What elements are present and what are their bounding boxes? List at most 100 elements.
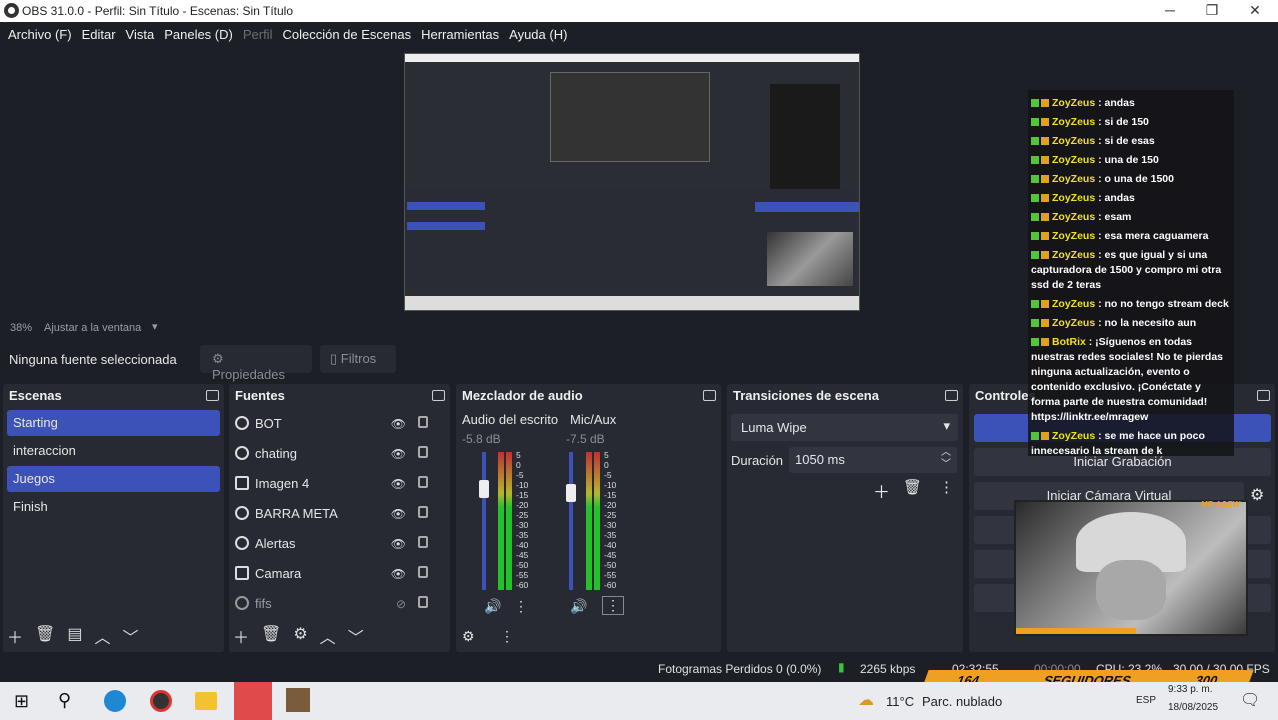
chat-user: ZoyZeus (1052, 192, 1096, 204)
camera-icon (235, 566, 249, 580)
volume-slider[interactable] (569, 452, 573, 590)
source-item[interactable]: BOT 👁 (229, 408, 450, 438)
more-icon[interactable]: ⋮ (514, 598, 528, 615)
chevron-down-icon[interactable]: ▾ (152, 320, 158, 333)
arrow-down-icon[interactable]: ﹀ (122, 624, 138, 648)
source-item[interactable]: Imagen 4 👁 (229, 468, 450, 498)
eye-icon[interactable]: 👁 (391, 567, 406, 581)
db-scale-tick: -30 (516, 520, 529, 530)
db-scale-tick: -25 (604, 510, 617, 520)
minimize-button[interactable]: ─ (1155, 2, 1185, 18)
eye-icon[interactable]: 👁 (391, 447, 406, 461)
scene-item[interactable]: Starting (7, 410, 220, 436)
clock-time[interactable]: 9:33 p. m. (1168, 684, 1212, 695)
chat-user: ZoyZeus (1052, 97, 1096, 109)
menu-editar[interactable]: Editar (82, 27, 116, 42)
scene-item[interactable]: interaccion (7, 438, 220, 464)
lock-icon[interactable] (418, 506, 428, 518)
eye-icon[interactable]: 👁 (391, 507, 406, 521)
folder-icon[interactable] (195, 692, 217, 710)
menu-herramientas[interactable]: Herramientas (421, 27, 499, 42)
db-scale-tick: -15 (604, 490, 617, 500)
lock-icon[interactable] (418, 416, 428, 428)
source-item[interactable]: chating 👁 (229, 438, 450, 468)
volume-handle[interactable] (479, 480, 489, 498)
lock-icon[interactable] (418, 596, 428, 608)
dock-icon[interactable] (1257, 390, 1270, 401)
volume-handle[interactable] (566, 484, 576, 502)
zoom-fit-select[interactable]: Ajustar a la ventana (44, 322, 141, 334)
source-item[interactable]: BARRA META 👁 (229, 498, 450, 528)
trash-icon[interactable]: 🗑 (35, 624, 55, 648)
menu-coleccion[interactable]: Colección de Escenas (282, 27, 411, 42)
menu-archivo[interactable]: Archivo (F) (8, 27, 72, 42)
source-item[interactable]: Camara 👁 (229, 558, 450, 588)
volume-slider[interactable] (482, 452, 486, 590)
lock-icon[interactable] (418, 536, 428, 548)
eye-icon[interactable]: 👁 (391, 417, 406, 431)
badge-icon (1041, 137, 1049, 146)
trash-icon[interactable]: 🗑 (261, 624, 281, 648)
program-preview[interactable] (404, 53, 860, 311)
dock-icon[interactable] (703, 390, 716, 401)
eye-icon[interactable]: 👁 (391, 537, 406, 551)
close-button[interactable]: ✕ (1240, 2, 1270, 19)
add-icon[interactable]: ＋ (233, 624, 249, 648)
arrow-up-icon[interactable]: ︿ (320, 624, 336, 648)
speaker-icon[interactable]: 🔊 (570, 598, 587, 615)
filter-icon[interactable]: ▤ (67, 624, 82, 648)
add-icon[interactable]: ＋ (873, 478, 890, 503)
eye-icon[interactable]: 👁 (391, 477, 406, 491)
more-icon[interactable]: ⋮ (500, 628, 514, 645)
db-scale-tick: -30 (604, 520, 617, 530)
menu-ayuda[interactable]: Ayuda (H) (509, 27, 567, 42)
dock-icon[interactable] (432, 390, 445, 401)
more-icon[interactable]: ⋮ (602, 596, 624, 615)
add-icon[interactable]: ＋ (7, 624, 23, 648)
dock-icon[interactable] (206, 390, 219, 401)
lock-icon[interactable] (418, 566, 428, 578)
notification-icon[interactable]: 🗨 (1240, 690, 1260, 710)
gear-icon[interactable]: ⚙ (293, 624, 307, 648)
gear-icon[interactable]: ⚙ (1250, 485, 1264, 505)
search-icon[interactable]: ⚲ (58, 690, 71, 711)
source-item[interactable]: Alertas 👁 (229, 528, 450, 558)
maximize-button[interactable]: ❐ (1197, 2, 1227, 19)
arrow-down-icon[interactable]: ﹀ (348, 624, 364, 648)
channel-name: Audio del escrito (462, 412, 559, 427)
properties-button[interactable]: ⚙ Propiedades (200, 345, 312, 382)
app-icon[interactable] (286, 688, 310, 712)
db-scale-tick: 0 (516, 460, 521, 470)
menu-perfil[interactable]: Perfil (243, 27, 273, 42)
clock-date[interactable]: 18/08/2025 (1168, 702, 1218, 713)
scene-item[interactable]: Finish (7, 494, 220, 520)
eye-hidden-icon[interactable]: ⊘ (396, 597, 406, 611)
sources-title: Fuentes (229, 384, 450, 408)
source-item[interactable]: fifs ⊘ (229, 588, 450, 618)
lock-icon[interactable] (418, 476, 428, 488)
menu-paneles[interactable]: Paneles (D) (164, 27, 233, 42)
filters-button[interactable]: ▯ Filtros (320, 345, 396, 373)
windows-start-icon[interactable]: ⊞ (14, 691, 29, 712)
opera-icon[interactable] (234, 682, 272, 720)
badge-icon (1031, 137, 1039, 146)
trash-icon[interactable]: 🗑 (903, 478, 922, 496)
lang-indicator[interactable]: ESP (1136, 695, 1156, 706)
obs-taskbar-icon[interactable] (150, 690, 172, 712)
edge-icon[interactable] (104, 690, 126, 712)
chat-text: : una de 150 (1095, 154, 1159, 166)
arrow-up-icon[interactable]: ︿ (94, 624, 110, 648)
spin-icon[interactable]: ︿ ﹀ (941, 447, 951, 471)
scene-item[interactable]: Juegos (7, 466, 220, 492)
dock-icon[interactable] (945, 390, 958, 401)
chat-message: ZoyZeus : si de esas (1031, 134, 1231, 149)
transition-select[interactable]: Luma Wipe ▾ (731, 414, 958, 441)
lock-icon[interactable] (418, 446, 428, 458)
badge-icon (1041, 156, 1049, 165)
duration-input[interactable]: 1050 ms ︿ ﹀ (789, 447, 957, 473)
level-meter (506, 452, 512, 590)
speaker-icon[interactable]: 🔊 (484, 598, 501, 615)
more-icon[interactable]: ⋮ (939, 478, 954, 496)
menu-vista[interactable]: Vista (126, 27, 155, 42)
mixer-settings-icon[interactable]: ⚙ (462, 628, 475, 645)
